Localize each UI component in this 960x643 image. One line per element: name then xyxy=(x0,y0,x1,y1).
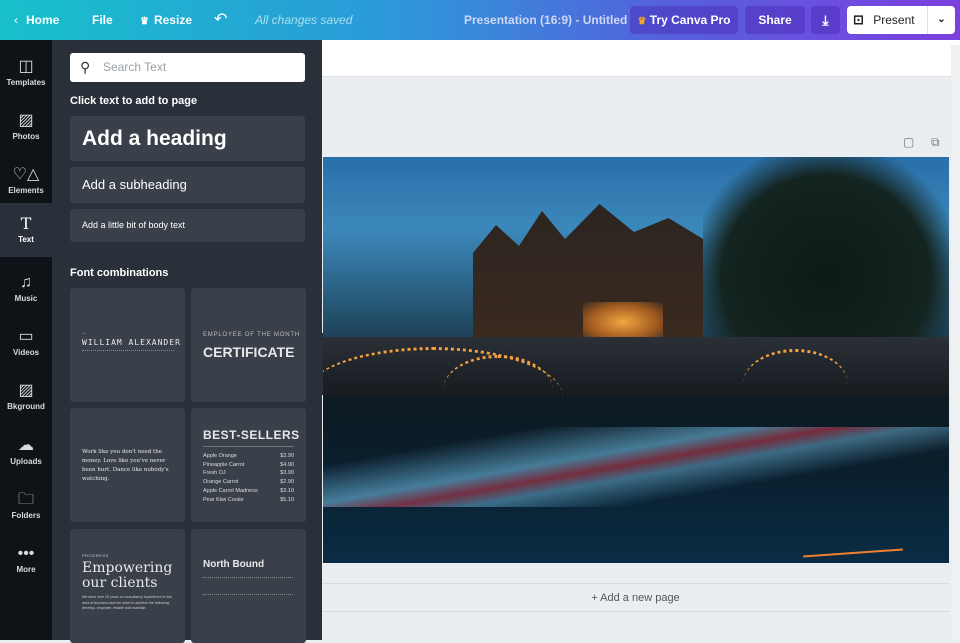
sidebar-item-uploads[interactable]: ☁ Uploads xyxy=(0,425,52,479)
card-title: North Bound xyxy=(203,559,265,570)
sidebar-item-background[interactable]: ▨ Bkground xyxy=(0,370,52,424)
menu-item-name: Orange Carrot xyxy=(203,479,239,486)
card-title: WILLIAM ALEXANDER xyxy=(82,338,181,347)
photo-icon: ▨ xyxy=(18,112,34,129)
menu-item-price: $3.90 xyxy=(280,470,294,477)
font-combo-certificate[interactable]: EMPLOYEE OF THE MONTH CERTIFICATE xyxy=(191,288,306,402)
sidebar-item-music[interactable]: ♫ Music xyxy=(0,262,52,316)
font-combo-north-bound[interactable]: North Bound xyxy=(191,529,306,643)
menu-item-name: Apple Carrot Madness xyxy=(203,487,258,494)
add-body-text-button[interactable]: Add a little bit of body text xyxy=(70,209,305,242)
menu-item-name: Pear Kiwi Cooler xyxy=(203,496,244,503)
search-icon: ⚲ xyxy=(80,59,91,75)
sidebar-item-templates[interactable]: ◫ Templates xyxy=(0,46,52,100)
menu-item-price: $3.10 xyxy=(280,487,294,494)
add-subheading-button[interactable]: Add a subheading xyxy=(70,167,305,203)
sidebar: ◫ Templates ▨ Photos ♡△ Elements T Text ♫ Mus… xyxy=(0,40,52,640)
download-icon[interactable]: ⤓ xyxy=(811,6,840,34)
presentation-icon: ⊡ xyxy=(853,12,864,27)
card-kicker: — xyxy=(82,330,86,335)
present-button[interactable]: ⊡ Present ⌄ xyxy=(847,6,955,34)
sidebar-item-elements[interactable]: ♡△ Elements xyxy=(0,154,52,208)
menu-item: Pineapple Carrot $4.90 xyxy=(203,461,294,470)
menu-item: Fresh OJ $3.90 xyxy=(203,469,294,478)
shapes-icon: ♡△ xyxy=(12,166,40,183)
file-menu[interactable]: File xyxy=(92,0,113,40)
top-bar: ‹ Home File ♛ Resize ↶ All changes saved P… xyxy=(0,0,960,40)
editor-toolbar xyxy=(322,40,960,77)
document-title[interactable]: Presentation (16:9) - Untitled xyxy=(464,0,627,40)
menu-item-price: $5.10 xyxy=(280,496,294,503)
card-body: We have over 20 years of consultancy exp… xyxy=(82,595,172,610)
scrollbar[interactable] xyxy=(951,45,960,640)
music-icon: ♫ xyxy=(20,274,32,291)
card-body xyxy=(82,350,174,360)
menu-item: Apple Orange $3.90 xyxy=(203,452,294,461)
card-title: Empowering our clients xyxy=(82,560,173,591)
menu-list: Apple Orange $3.90 Pineapple Carrot $4.90 Fr… xyxy=(203,452,294,504)
card-kicker: PROGRESS xyxy=(82,553,109,558)
background-icon: ▨ xyxy=(18,382,34,399)
menu-item: Pear Kiwi Cooler $5.10 xyxy=(203,496,294,505)
notes-icon[interactable]: ▢ xyxy=(903,135,914,149)
canvas-page-image[interactable] xyxy=(323,157,949,563)
video-icon: ▭ xyxy=(18,328,34,345)
text-panel: ⚲ Search Text Click text to add to page A… xyxy=(52,40,322,643)
undo-icon[interactable]: ↶ xyxy=(214,0,227,40)
sidebar-item-videos[interactable]: ▭ Videos xyxy=(0,316,52,370)
text-icon: T xyxy=(20,214,32,233)
menu-item: Apple Carrot Madness $3.10 xyxy=(203,487,294,496)
crown-icon: ♛ xyxy=(140,16,149,27)
resize-button[interactable]: ♛ Resize xyxy=(140,0,192,40)
chevron-down-icon[interactable]: ⌄ xyxy=(927,6,955,34)
font-combo-quote[interactable]: Work like you don't need the money. Love… xyxy=(70,408,185,522)
menu-item-name: Pineapple Carrot xyxy=(203,461,245,468)
crown-icon: ♛ xyxy=(637,16,647,27)
menu-item-name: Apple Orange xyxy=(203,453,237,459)
home-button[interactable]: ‹ Home xyxy=(14,0,59,40)
font-combinations-title: Font combinations xyxy=(70,267,169,279)
menu-item: Orange Carrot $2.90 xyxy=(203,478,294,487)
sidebar-item-text[interactable]: T Text xyxy=(0,203,52,257)
card-body xyxy=(203,577,293,595)
menu-item-price: $3.90 xyxy=(280,453,294,459)
font-combo-william[interactable]: — WILLIAM ALEXANDER xyxy=(70,288,185,402)
click-hint: Click text to add to page xyxy=(70,95,198,107)
menu-item-price: $4.90 xyxy=(280,461,294,468)
chevron-left-icon: ‹ xyxy=(14,13,18,27)
sidebar-item-more[interactable]: ••• More xyxy=(0,533,52,587)
card-title: CERTIFICATE xyxy=(203,344,295,360)
add-heading-button[interactable]: Add a heading xyxy=(70,116,305,161)
upload-cloud-icon: ☁ xyxy=(18,437,34,454)
search-input[interactable]: ⚲ Search Text xyxy=(70,53,305,82)
sidebar-item-photos[interactable]: ▨ Photos xyxy=(0,100,52,154)
menu-item-price: $2.90 xyxy=(280,479,294,486)
save-status: All changes saved xyxy=(255,13,353,27)
card-quote: Work like you don't need the money. Love… xyxy=(82,449,169,482)
font-combo-empowering[interactable]: PROGRESS Empowering our clients We have … xyxy=(70,529,185,643)
card-kicker: EMPLOYEE OF THE MONTH xyxy=(203,332,301,338)
share-button[interactable]: Share xyxy=(745,6,805,34)
add-new-page-button[interactable]: + Add a new page xyxy=(322,583,949,612)
sidebar-item-folders[interactable]: 🗀 Folders xyxy=(0,479,52,533)
more-icon: ••• xyxy=(17,545,35,562)
try-canva-pro-button[interactable]: ♛ Try Canva Pro xyxy=(630,6,738,34)
duplicate-page-icon[interactable]: ⧉ xyxy=(931,135,940,150)
font-combo-bestsellers[interactable]: BEST-SELLERS Apple Orange $3.90 Pineapple … xyxy=(191,408,306,522)
templates-icon: ◫ xyxy=(18,58,34,75)
menu-item-name: Fresh OJ xyxy=(203,470,226,477)
card-title: BEST-SELLERS xyxy=(203,428,300,442)
folder-icon: 🗀 xyxy=(17,491,34,508)
